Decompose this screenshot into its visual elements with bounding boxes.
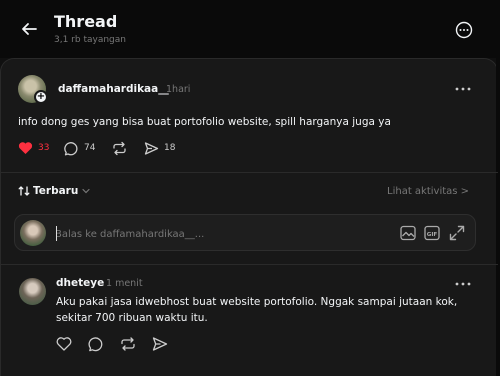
avatar [20, 220, 46, 246]
more-dots-icon[interactable] [455, 87, 471, 91]
reply-text: Aku pakai jasa idwebhost buat website po… [56, 296, 458, 324]
more-dots-icon[interactable] [455, 282, 471, 286]
view-count: 3,1 rb tayangan [54, 35, 126, 45]
heart-icon[interactable] [56, 336, 72, 352]
arrow-left-icon [22, 23, 37, 35]
comment-button[interactable]: 74 [64, 140, 95, 156]
chevron-down-icon [82, 188, 90, 194]
sort-label: Terbaru [33, 185, 79, 197]
heart-filled-icon [18, 142, 33, 154]
post-username[interactable]: daffamahardikaa__ [58, 83, 169, 95]
repost-icon [113, 141, 126, 155]
share-count: 18 [164, 143, 176, 153]
comment-count: 74 [84, 143, 96, 153]
avatar[interactable] [19, 278, 46, 305]
post-time: 1hari [166, 84, 191, 95]
gif-icon[interactable]: GIF [423, 224, 441, 242]
share-button[interactable]: 18 [144, 140, 175, 156]
reply-input[interactable] [55, 227, 375, 241]
comment-icon[interactable] [88, 336, 104, 352]
view-activity-link[interactable]: Lihat aktivitas > [387, 186, 469, 197]
divider [0, 264, 498, 265]
reply-username[interactable]: dheteye [56, 277, 104, 289]
post-text: info dong ges yang bisa buat portofolio … [18, 116, 391, 128]
like-button[interactable]: 33 [18, 140, 49, 156]
like-count: 33 [38, 143, 50, 153]
send-icon [144, 141, 159, 155]
svg-text:GIF: GIF [427, 232, 438, 238]
send-icon[interactable] [152, 336, 168, 352]
more-options-circle-icon[interactable] [455, 21, 473, 39]
expand-icon[interactable] [448, 224, 466, 242]
text-caret [56, 226, 57, 241]
scrollbar[interactable] [496, 58, 500, 376]
divider [0, 172, 498, 173]
sort-dropdown[interactable]: Terbaru [18, 185, 91, 197]
sort-arrows-icon [18, 186, 30, 196]
back-button[interactable] [18, 18, 40, 40]
comment-icon [64, 141, 78, 155]
repost-icon[interactable] [120, 336, 136, 352]
page-title: Thread [54, 12, 118, 31]
follow-plus-icon[interactable]: + [34, 90, 48, 104]
repost-button[interactable] [112, 140, 127, 156]
image-icon[interactable] [399, 224, 417, 242]
reply-time: 1 menit [106, 278, 143, 289]
